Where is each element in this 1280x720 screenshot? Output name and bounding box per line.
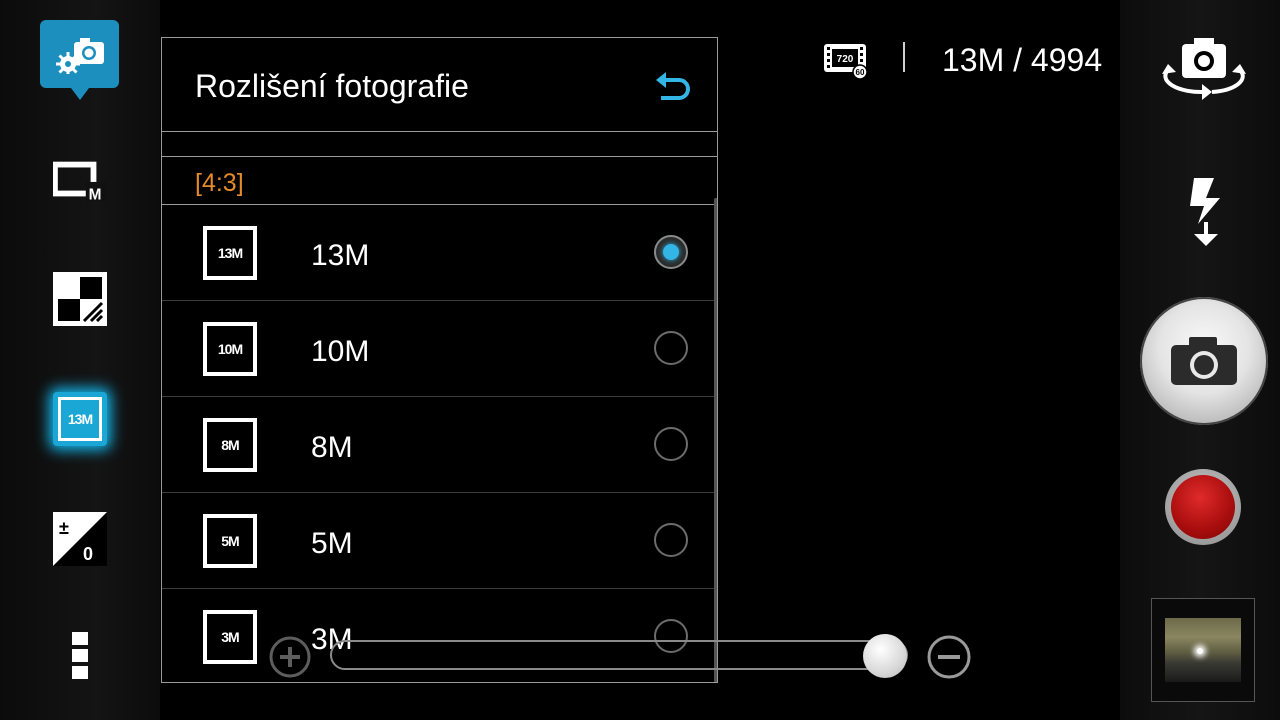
svg-text:0: 0 xyxy=(83,544,93,564)
resolution-option-5m[interactable]: 5M 5M xyxy=(162,493,717,589)
shutter-button[interactable] xyxy=(1140,297,1268,425)
resolution-option-8m[interactable]: 8M 8M xyxy=(162,397,717,493)
dot xyxy=(72,666,88,679)
record-icon xyxy=(1171,475,1235,539)
svg-text:M: M xyxy=(89,186,102,202)
radio-button[interactable] xyxy=(654,523,688,557)
gallery-thumbnail[interactable] xyxy=(1151,598,1255,702)
panel-scrollbar[interactable] xyxy=(714,198,717,682)
aspect-ratio-label: [4:3] xyxy=(195,169,244,197)
video-quality-badge: 720 60 xyxy=(823,43,869,80)
switch-camera-icon xyxy=(1162,38,1246,100)
resolution-options-list: 13M 13M 10M 10M 8M 8M 5M 5M 3M 3M xyxy=(162,205,717,682)
exposure-button[interactable]: ± 0 xyxy=(53,512,107,566)
camera-settings-button[interactable] xyxy=(40,20,119,100)
camera-icon xyxy=(1171,337,1237,385)
radio-button-selected[interactable] xyxy=(654,235,688,269)
zoom-slider-track[interactable] xyxy=(330,640,908,670)
svg-text:720: 720 xyxy=(837,54,854,65)
resolution-button[interactable]: 13M xyxy=(53,392,107,446)
panel-title: Rozlišení fotografie xyxy=(195,68,469,104)
camera-mode-button[interactable]: M xyxy=(53,153,107,207)
flash-auto-icon xyxy=(1190,178,1220,246)
status-divider xyxy=(903,42,905,72)
dot xyxy=(72,649,88,662)
resolution-option-13m[interactable]: 13M 13M xyxy=(162,205,717,301)
exposure-icon: ± 0 xyxy=(53,512,107,566)
switch-camera-button[interactable] xyxy=(1162,36,1246,102)
option-label: 8M xyxy=(311,431,353,464)
panel-header: Rozlišení fotografie xyxy=(162,38,717,132)
zoom-out-button[interactable] xyxy=(926,634,972,680)
zoom-out-icon xyxy=(927,635,971,679)
back-button[interactable] xyxy=(653,66,693,106)
radio-button[interactable] xyxy=(654,427,688,461)
more-options-button[interactable] xyxy=(72,632,88,683)
option-label: 5M xyxy=(311,527,353,560)
flash-mode-button[interactable] xyxy=(1180,176,1228,248)
zoom-in-button[interactable] xyxy=(268,635,312,679)
option-label: 13M xyxy=(311,239,370,272)
svg-text:±: ± xyxy=(59,518,69,538)
zoom-in-icon xyxy=(269,636,311,678)
resolution-remaining-shots: 13M / 4994 xyxy=(942,42,1103,78)
resolution-3m-icon: 3M xyxy=(203,610,257,664)
dot xyxy=(72,632,88,645)
mode-m-icon: M xyxy=(53,161,107,202)
photo-resolution-panel: Rozlišení fotografie [4:3] 13M 13M 10M 1… xyxy=(161,37,718,683)
resolution-5m-icon: 5M xyxy=(203,514,257,568)
back-arrow-icon xyxy=(656,72,690,100)
zoom-slider-handle[interactable] xyxy=(863,634,907,678)
aspect-ratio-group-header: [4:3] xyxy=(162,156,717,205)
scene-mode-button[interactable] xyxy=(53,272,107,326)
last-photo-preview xyxy=(1165,618,1241,682)
option-label: 10M xyxy=(311,335,370,368)
radio-button[interactable] xyxy=(654,331,688,365)
resolution-option-10m[interactable]: 10M 10M xyxy=(162,301,717,397)
video-720-60-icon: 720 60 xyxy=(824,44,868,80)
resolution-icon: 13M xyxy=(58,397,102,441)
resolution-13m-icon: 13M xyxy=(203,226,257,280)
camera-settings-icon xyxy=(55,38,104,74)
left-toolbar xyxy=(0,0,160,720)
svg-text:60: 60 xyxy=(856,68,865,77)
resolution-8m-icon: 8M xyxy=(203,418,257,472)
record-video-button[interactable] xyxy=(1165,469,1241,545)
resolution-10m-icon: 10M xyxy=(203,322,257,376)
scene-icon xyxy=(53,272,107,326)
